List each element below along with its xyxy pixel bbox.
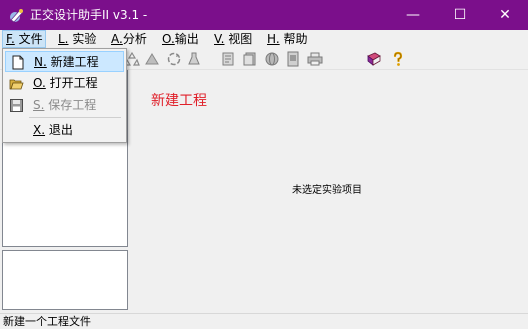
project-title: 新建工程 bbox=[151, 93, 207, 109]
menu-file[interactable]: F. 文件 bbox=[2, 30, 46, 48]
report-icon[interactable] bbox=[220, 51, 236, 67]
menu-output-label: 输出 bbox=[174, 32, 199, 46]
menu-experiment-mnemonic: L. bbox=[58, 32, 69, 46]
app-logo-icon bbox=[10, 9, 24, 23]
menu-bar: F. 文件 L. 实验 A.分析 O.输出 V. 视图 H. 帮助 bbox=[0, 30, 528, 48]
menu-experiment-label: 实验 bbox=[68, 32, 97, 46]
menu-analysis-label: 分析 bbox=[122, 32, 147, 46]
empty-state-message: 未选定实验项目 bbox=[292, 185, 362, 196]
new-document-icon bbox=[12, 55, 24, 70]
help-icon[interactable] bbox=[390, 51, 406, 67]
menu-analysis[interactable]: A.分析 bbox=[111, 30, 147, 48]
recycle-icon-2[interactable] bbox=[166, 51, 182, 67]
open-folder-icon bbox=[9, 79, 24, 90]
maximize-button[interactable]: ☐ bbox=[437, 0, 483, 30]
menu-analysis-mnemonic: A. bbox=[111, 32, 123, 46]
file-menu-dropdown: N. 新建工程 O. 打开工程 S. 保存工程 X. 退出 bbox=[2, 48, 127, 143]
menu-separator bbox=[29, 117, 121, 118]
book-icon[interactable] bbox=[366, 51, 382, 67]
globe-icon[interactable] bbox=[264, 51, 280, 67]
status-bar: 新建一个工程文件 bbox=[0, 313, 528, 329]
flask-icon[interactable] bbox=[186, 51, 202, 67]
menu-item-new-project-label: N. 新建工程 bbox=[34, 55, 99, 69]
menu-file-label: 文件 bbox=[14, 32, 43, 46]
notes-icon[interactable] bbox=[242, 51, 258, 67]
printer-icon[interactable] bbox=[307, 51, 323, 67]
document-icon[interactable] bbox=[285, 51, 301, 67]
menu-help[interactable]: H. 帮助 bbox=[267, 30, 307, 48]
save-disk-icon bbox=[10, 99, 23, 112]
triangle-icon[interactable] bbox=[144, 51, 160, 67]
menu-view-mnemonic: V. bbox=[214, 32, 225, 46]
menu-item-save-project-label: S. 保存工程 bbox=[33, 98, 97, 112]
menu-experiment[interactable]: L. 实验 bbox=[58, 30, 96, 48]
content-panel: 新建工程 未选定实验项目 bbox=[132, 70, 528, 313]
menu-item-open-project[interactable]: O. 打开工程 bbox=[5, 73, 124, 94]
menu-item-exit-label: X. 退出 bbox=[33, 123, 73, 137]
menu-view[interactable]: V. 视图 bbox=[214, 30, 252, 48]
menu-file-mnemonic: F. bbox=[6, 32, 15, 46]
menu-help-mnemonic: H. bbox=[267, 32, 280, 46]
menu-output-mnemonic: O. bbox=[162, 32, 175, 46]
menu-item-exit[interactable]: X. 退出 bbox=[5, 120, 124, 141]
info-panel[interactable] bbox=[2, 250, 128, 310]
close-button[interactable]: ✕ bbox=[482, 0, 528, 30]
menu-view-label: 视图 bbox=[224, 32, 253, 46]
menu-item-new-project[interactable]: N. 新建工程 bbox=[5, 51, 124, 72]
menu-help-label: 帮助 bbox=[279, 32, 308, 46]
title-bar: 正交设计助手II v3.1 - — ☐ ✕ bbox=[0, 0, 528, 30]
status-text: 新建一个工程文件 bbox=[3, 315, 91, 328]
minimize-button[interactable]: — bbox=[390, 0, 436, 30]
menu-item-open-project-label: O. 打开工程 bbox=[33, 76, 98, 90]
window-title: 正交设计助手II v3.1 - bbox=[30, 8, 148, 22]
menu-output[interactable]: O.输出 bbox=[162, 30, 199, 48]
menu-item-save-project[interactable]: S. 保存工程 bbox=[5, 95, 124, 116]
